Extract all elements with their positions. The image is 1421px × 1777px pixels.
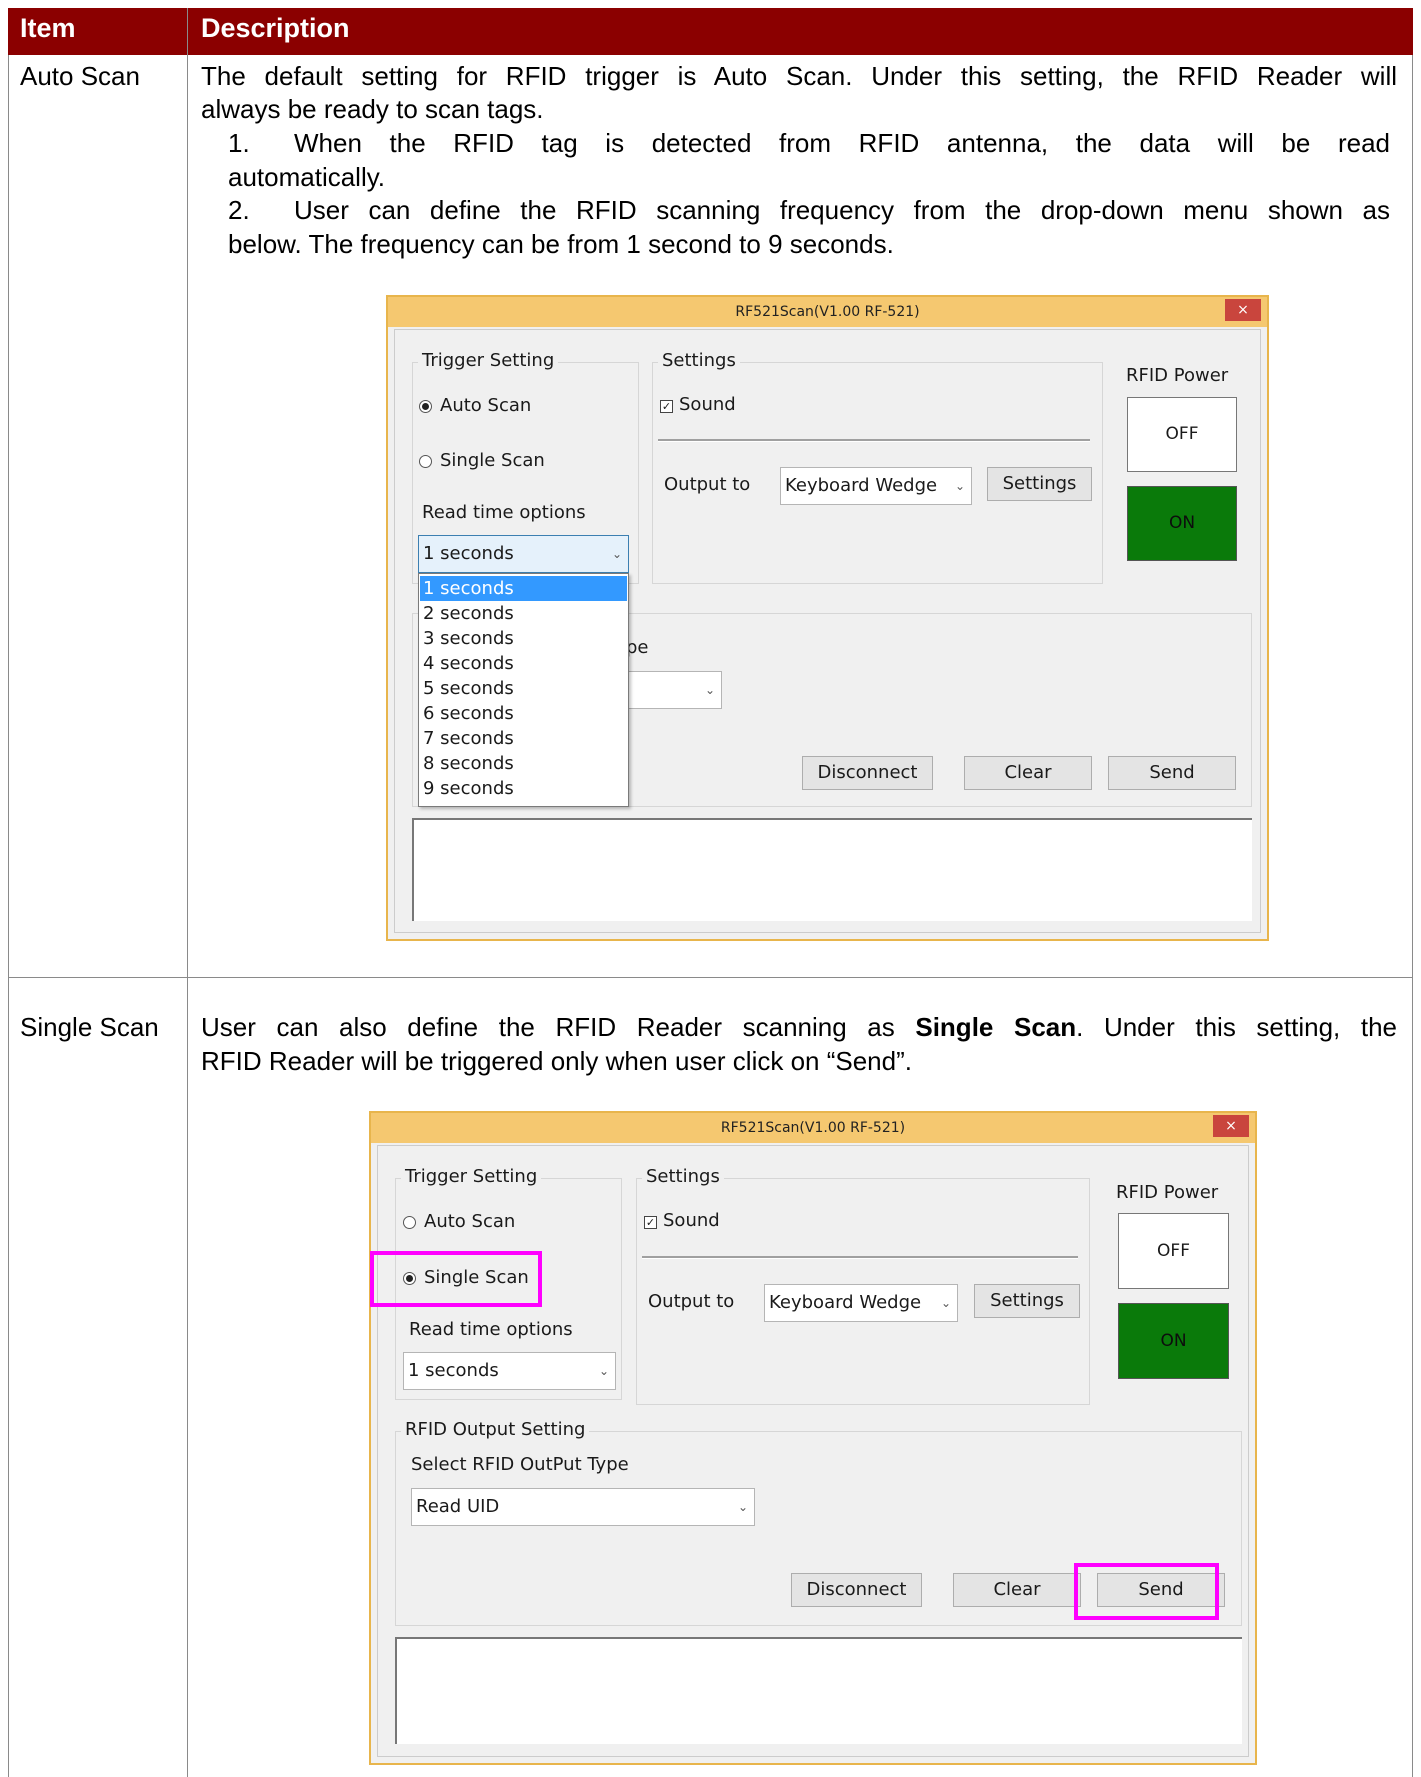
output-type-select-value: Read UID (416, 1496, 500, 1517)
chevron-down-icon: ⌄ (940, 1296, 951, 1310)
trigger-setting-label: Trigger Setting (401, 1166, 542, 1188)
settings-group-label: Settings (658, 350, 740, 372)
row2-item: Single Scan (20, 1012, 159, 1042)
row2-line1-bold: Single Scan (915, 1012, 1077, 1042)
output-type-select[interactable]: Read UID ⌄ (411, 1488, 755, 1526)
row1-point2: 2. User can define the RFID scanning freq… (228, 193, 1397, 227)
disconnect-button[interactable]: Disconnect (791, 1573, 922, 1607)
single-scan-radio[interactable] (419, 455, 432, 468)
output-to-select[interactable]: Keyboard Wedge ⌄ (764, 1284, 958, 1322)
dropdown-option[interactable]: 3 seconds (420, 626, 627, 651)
read-time-options-label: Read time options (422, 502, 586, 523)
read-time-options-label: Read time options (409, 1319, 573, 1340)
sound-checkbox[interactable]: ✓ (644, 1216, 657, 1229)
output-text-area[interactable] (395, 1637, 1242, 1744)
window-title: RF521Scan(V1.00 RF-521) (388, 297, 1267, 327)
row1-point2-line2: below. The frequency can be from 1 secon… (228, 229, 894, 259)
power-on-button[interactable]: ON (1127, 486, 1237, 561)
row1-point1-line1: When the RFID tag is detected from RFID … (294, 128, 1390, 158)
row1-item: Auto Scan (20, 61, 140, 91)
chevron-down-icon: ⌄ (704, 683, 715, 697)
row1-point1-number: 1. (228, 128, 250, 158)
rfid-power-label: RFID Power (1126, 365, 1229, 386)
settings-separator (658, 439, 1090, 442)
clear-button[interactable]: Clear (953, 1573, 1081, 1607)
chevron-down-icon: ⌄ (954, 479, 965, 493)
row1-point1: 1. When the RFID tag is detected from RFI… (228, 126, 1397, 160)
send-highlight (1074, 1563, 1219, 1620)
sound-label: Sound (663, 1210, 720, 1231)
output-to-select[interactable]: Keyboard Wedge ⌄ (780, 467, 972, 505)
read-time-dropdown-list: 1 seconds 2 seconds 3 seconds 4 seconds … (418, 573, 629, 807)
select-output-type-label: Select RFID OutPut Type (411, 1454, 629, 1475)
dropdown-option[interactable]: 1 seconds (420, 576, 627, 601)
header-item: Item (20, 13, 76, 43)
row2-line2: RFID Reader will be triggered only when … (201, 1046, 912, 1076)
table-column-divider (187, 8, 188, 1777)
sound-checkbox[interactable]: ✓ (660, 400, 673, 413)
table-row-divider (8, 977, 1413, 978)
settings-group-label: Settings (642, 1166, 724, 1188)
auto-scan-label: Auto Scan (424, 1211, 516, 1232)
output-to-select-value: Keyboard Wedge (785, 475, 938, 496)
auto-scan-radio[interactable] (419, 400, 432, 413)
chevron-down-icon: ⌄ (611, 547, 622, 561)
row1-intro-line2: always be ready to scan tags. (201, 94, 544, 124)
dropdown-option[interactable]: 5 seconds (420, 676, 627, 701)
send-button[interactable]: Send (1108, 756, 1236, 790)
rfid-output-setting-label: RFID Output Setting (401, 1419, 590, 1441)
output-to-select-value: Keyboard Wedge (769, 1292, 922, 1313)
chevron-down-icon: ⌄ (598, 1364, 609, 1378)
row2-line1-end: . Under this setting, the (1076, 1012, 1397, 1042)
close-icon[interactable]: × (1225, 299, 1261, 321)
output-to-label: Output to (648, 1291, 735, 1312)
single-scan-label: Single Scan (440, 450, 545, 471)
settings-separator (642, 1256, 1078, 1259)
row1-point1-line2: automatically. (228, 162, 386, 192)
single-scan-highlight (370, 1251, 542, 1307)
row1-point2-line1: User can define the RFID scanning freque… (294, 195, 1390, 225)
row1-intro-line1: The default setting for RFID trigger is … (201, 61, 1397, 91)
clear-button[interactable]: Clear (964, 756, 1092, 790)
trigger-setting-label: Trigger Setting (418, 350, 559, 372)
output-text-area[interactable] (412, 818, 1252, 921)
power-on-button[interactable]: ON (1118, 1303, 1229, 1379)
dropdown-option[interactable]: 2 seconds (420, 601, 627, 626)
rfid-power-label: RFID Power (1116, 1182, 1219, 1203)
sound-label: Sound (679, 394, 736, 415)
dropdown-option[interactable]: 6 seconds (420, 701, 627, 726)
read-time-select[interactable]: 1 seconds ⌄ (418, 535, 629, 573)
window-title: RF521Scan(V1.00 RF-521) (371, 1113, 1255, 1143)
row2-line1: User can also define the RFID Reader sca… (201, 1010, 1397, 1044)
auto-scan-radio[interactable] (403, 1216, 416, 1229)
rfid-scan-window: RF521Scan(V1.00 RF-521) × Trigger Settin… (386, 295, 1269, 941)
close-icon[interactable]: × (1213, 1115, 1249, 1137)
read-time-select[interactable]: 1 seconds ⌄ (403, 1352, 616, 1390)
output-to-label: Output to (664, 474, 751, 495)
dropdown-option[interactable]: 9 seconds (420, 776, 627, 801)
chevron-down-icon: ⌄ (737, 1500, 748, 1514)
row1-point2-number: 2. (228, 195, 250, 225)
dropdown-option[interactable]: 4 seconds (420, 651, 627, 676)
power-off-button[interactable]: OFF (1127, 397, 1237, 472)
settings-button[interactable]: Settings (974, 1284, 1080, 1318)
power-off-button[interactable]: OFF (1118, 1213, 1229, 1289)
read-time-select-value: 1 seconds (423, 543, 514, 564)
settings-button[interactable]: Settings (987, 467, 1092, 501)
read-time-select-value: 1 seconds (408, 1360, 499, 1381)
dropdown-option[interactable]: 7 seconds (420, 726, 627, 751)
table-border-left (8, 55, 9, 1777)
dropdown-option[interactable]: 8 seconds (420, 751, 627, 776)
table-border-right (1412, 55, 1413, 1777)
output-type-label-partial: pe (626, 637, 649, 658)
auto-scan-label: Auto Scan (440, 395, 532, 416)
disconnect-button[interactable]: Disconnect (802, 756, 933, 790)
row2-line1-start: User can also define the RFID Reader sca… (201, 1012, 916, 1042)
rfid-scan-window: RF521Scan(V1.00 RF-521) × Trigger Settin… (369, 1111, 1257, 1765)
header-description: Description (201, 13, 350, 43)
